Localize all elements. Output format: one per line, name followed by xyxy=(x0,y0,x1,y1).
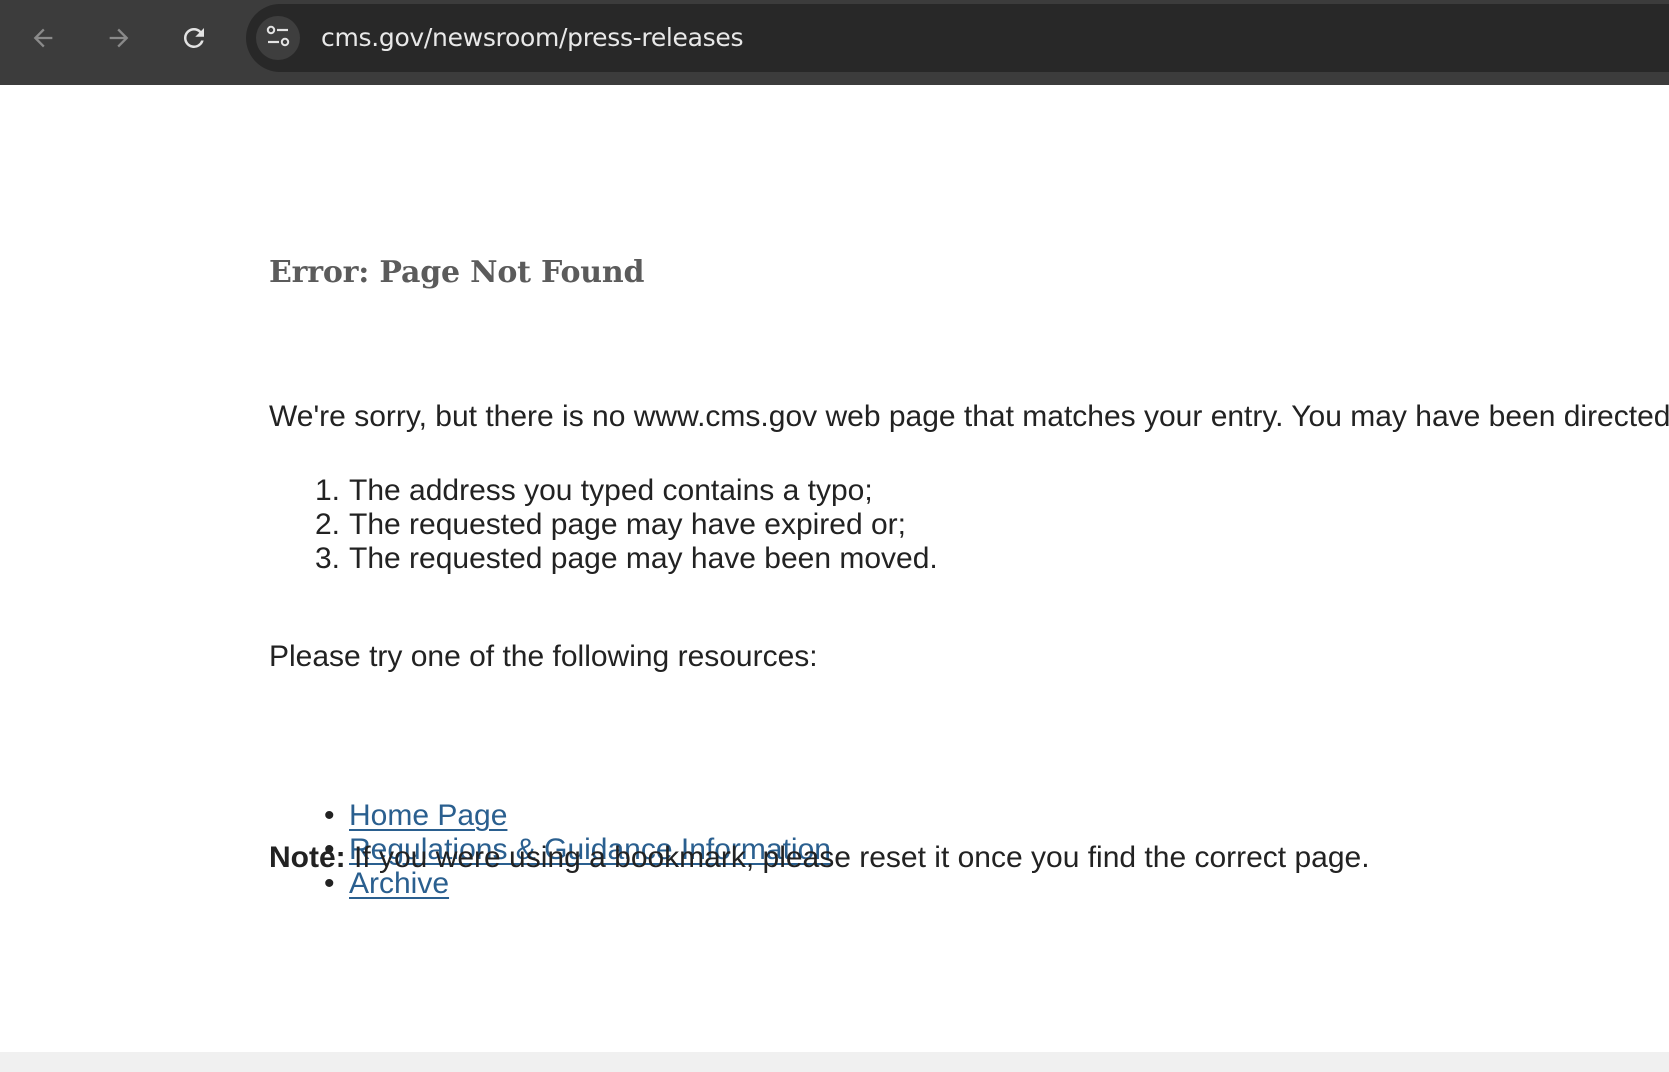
home-page-link[interactable]: Home Page xyxy=(349,799,507,833)
list-item-text: The requested page may have expired or; xyxy=(349,508,907,541)
page-title: Error: Page Not Found xyxy=(269,255,645,290)
list-item-text: The requested page may have been moved. xyxy=(349,542,938,575)
arrow-left-icon xyxy=(29,24,57,52)
site-info-button[interactable] xyxy=(256,16,300,60)
note-label: Note: xyxy=(269,841,346,874)
bookmark-note: Note: If you were using a bookmark, plea… xyxy=(269,841,1370,875)
reload-button[interactable] xyxy=(172,16,216,60)
list-number: 3. xyxy=(315,542,341,575)
back-button[interactable] xyxy=(21,16,65,60)
list-item-text: The address you typed contains a typo; xyxy=(349,474,873,507)
tune-icon xyxy=(265,23,291,54)
reload-icon xyxy=(179,23,209,53)
error-description: We're sorry, but there is no www.cms.gov… xyxy=(269,400,1669,433)
list-number: 1. xyxy=(315,474,341,507)
page-content: Error: Page Not Found We're sorry, but t… xyxy=(0,85,1669,1052)
address-bar[interactable]: cms.gov/newsroom/press-releases xyxy=(246,4,1669,72)
list-number: 2. xyxy=(315,508,341,541)
resources-intro: Please try one of the following resource… xyxy=(269,640,818,673)
bullet: • xyxy=(324,799,335,832)
bottom-strip xyxy=(0,1052,1669,1072)
note-text: If you were using a bookmark, please res… xyxy=(345,841,1370,874)
arrow-right-icon xyxy=(105,24,133,52)
browser-toolbar: cms.gov/newsroom/press-releases xyxy=(0,0,1669,85)
url-text[interactable]: cms.gov/newsroom/press-releases xyxy=(321,4,743,72)
forward-button[interactable] xyxy=(97,16,141,60)
